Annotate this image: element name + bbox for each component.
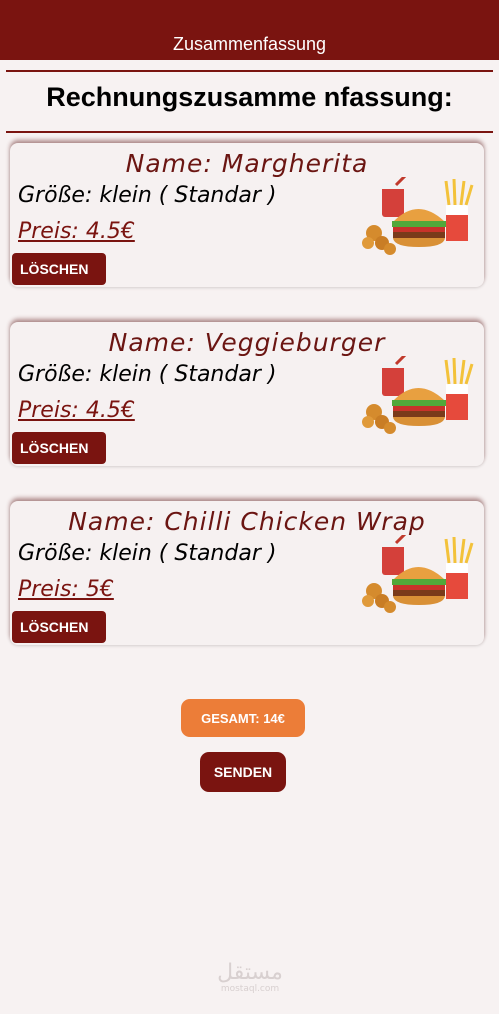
send-button[interactable]: SENDEN: [200, 752, 286, 792]
delete-button[interactable]: LÖSCHEN: [12, 253, 106, 285]
order-item-card: Name: Chilli Chicken Wrap Größe: klein (…: [10, 501, 484, 645]
item-name: Name: Chilli Chicken Wrap: [68, 507, 426, 536]
app-bar-title: Zusammenfassung: [172, 34, 327, 54]
heading-divider-bottom: [6, 131, 493, 133]
item-size: Größe: klein ( Standar ): [18, 183, 277, 208]
item-price: Preis: 5€: [18, 577, 114, 602]
delete-button[interactable]: LÖSCHEN: [12, 611, 106, 643]
fast-food-icon: [362, 177, 474, 255]
top-app-bar: Zusammenfassung: [0, 0, 499, 60]
item-size: Größe: klein ( Standar ): [18, 541, 277, 566]
order-item-card: Name: Veggieburger Größe: klein ( Standa…: [10, 322, 484, 466]
item-name: Name: Margherita: [125, 149, 369, 178]
fast-food-icon: [362, 356, 474, 434]
watermark-url: mostaql.com: [220, 984, 280, 994]
delete-button[interactable]: LÖSCHEN: [12, 432, 106, 464]
watermark-text: مستقل: [217, 960, 283, 985]
item-size: Größe: klein ( Standar ): [18, 362, 277, 387]
watermark-logo: مستقل mostaql.com: [200, 960, 300, 995]
item-name: Name: Veggieburger: [108, 328, 386, 357]
fast-food-icon: [362, 535, 474, 613]
total-button[interactable]: GESAMT: 14€: [181, 699, 305, 737]
item-price: Preis: 4.5€: [18, 219, 135, 244]
heading-divider-top: [6, 70, 493, 72]
order-item-card: Name: Margherita Größe: klein ( Standar …: [10, 143, 484, 287]
summary-heading: Rechnungszusamme nfassung:: [46, 82, 453, 112]
item-price: Preis: 4.5€: [18, 398, 135, 423]
